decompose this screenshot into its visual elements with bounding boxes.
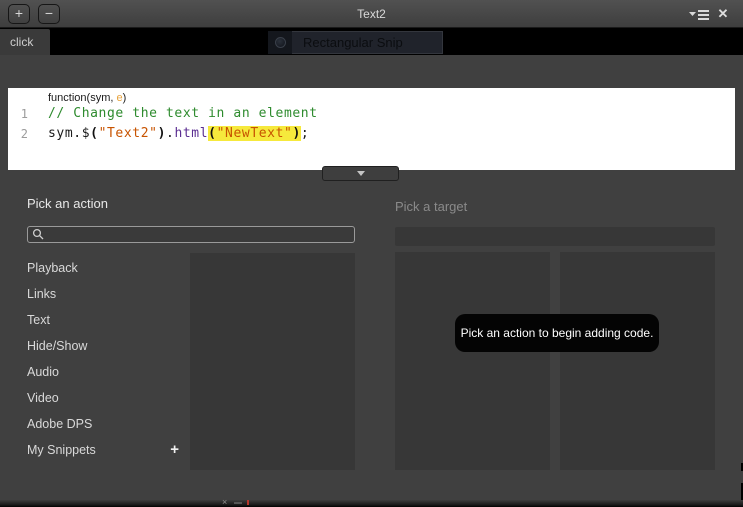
action-item-label: Playback	[27, 261, 78, 275]
action-item-playback[interactable]: Playback	[27, 255, 179, 281]
action-item-label: My Snippets	[27, 443, 96, 457]
action-item-label: Audio	[27, 365, 59, 379]
search-icon	[32, 228, 44, 240]
close-icon[interactable]: ✕	[714, 5, 732, 23]
window-title: Text2	[357, 7, 386, 21]
line-number: 1	[20, 107, 28, 121]
tab-click[interactable]: click	[0, 29, 50, 55]
code-line: 2 sym.$("Text2").html("NewText");	[8, 124, 735, 144]
code-token: html	[174, 126, 209, 141]
code-token: ;	[300, 126, 310, 141]
overlay-menu-item-label: Rectangular Snip	[303, 35, 403, 50]
action-item-hide-show[interactable]: Hide/Show	[27, 333, 179, 359]
bottom-window-strip: ×	[0, 497, 743, 507]
code-lines: 1// Change the text in an element 2 sym.$(…	[8, 104, 735, 144]
code-token: )	[122, 92, 127, 104]
action-search-input[interactable]	[45, 226, 350, 243]
action-item-my-snippets[interactable]: My Snippets +	[27, 437, 179, 463]
action-item-links[interactable]: Links	[27, 281, 179, 307]
code-panel-window: + − Text2 ✕ click Rectangular Snip funct…	[0, 0, 743, 507]
chevron-down-icon	[356, 171, 365, 176]
target-search-bar	[395, 227, 715, 246]
code-token: // Change the text in an element	[48, 106, 318, 121]
code-token: (	[208, 126, 217, 141]
action-item-label: Adobe DPS	[27, 417, 93, 431]
collapse-code-button[interactable]	[322, 166, 399, 181]
action-search[interactable]	[27, 226, 355, 243]
target-list-panel	[395, 252, 550, 470]
playhead-marker	[247, 500, 249, 505]
action-item-label: Video	[27, 391, 59, 405]
code-token: "Text2"	[98, 126, 158, 141]
action-item-label: Text	[27, 313, 50, 327]
action-item-text[interactable]: Text	[27, 307, 179, 333]
timeline-dash	[234, 502, 242, 504]
code-header: function(sym, e)	[48, 92, 735, 104]
action-item-audio[interactable]: Audio	[27, 359, 179, 385]
action-item-label: Links	[27, 287, 57, 301]
line-number: 2	[20, 127, 28, 141]
timeline-marker-glyph: ×	[222, 497, 228, 507]
overlay-menu-item-rectangular-snip[interactable]: Rectangular Snip	[268, 31, 443, 54]
action-item-label: Hide/Show	[27, 339, 88, 353]
target-preview-panel	[560, 252, 715, 470]
target-panel-title: Pick a target	[395, 199, 468, 214]
panel-menu-icon[interactable]	[689, 8, 711, 20]
action-item-video[interactable]: Video	[27, 385, 179, 411]
title-bar: + − Text2 ✕	[0, 0, 743, 28]
add-snippet-button[interactable]: +	[170, 437, 179, 463]
code-token: function(sym,	[48, 92, 117, 104]
code-token: )	[292, 126, 301, 141]
code-token: (	[90, 126, 99, 141]
action-list: Playback Links Text Hide/Show Audio Video Adob…	[27, 255, 179, 463]
code-token: "NewText"	[216, 126, 293, 141]
tooltip: Pick an action to begin adding code.	[455, 314, 659, 352]
action-submenu-panel	[190, 253, 355, 470]
code-token: )	[157, 126, 167, 141]
actions-panel-title: Pick an action	[27, 196, 108, 211]
code-token: sym.$	[48, 126, 91, 141]
code-editor[interactable]: function(sym, e) 1 // Change the text in …	[8, 88, 735, 170]
code-line: 1 // Change the text in an element	[8, 104, 735, 124]
snip-shape-icon	[268, 31, 292, 54]
action-item-adobe-dps[interactable]: Adobe DPS	[27, 411, 179, 437]
